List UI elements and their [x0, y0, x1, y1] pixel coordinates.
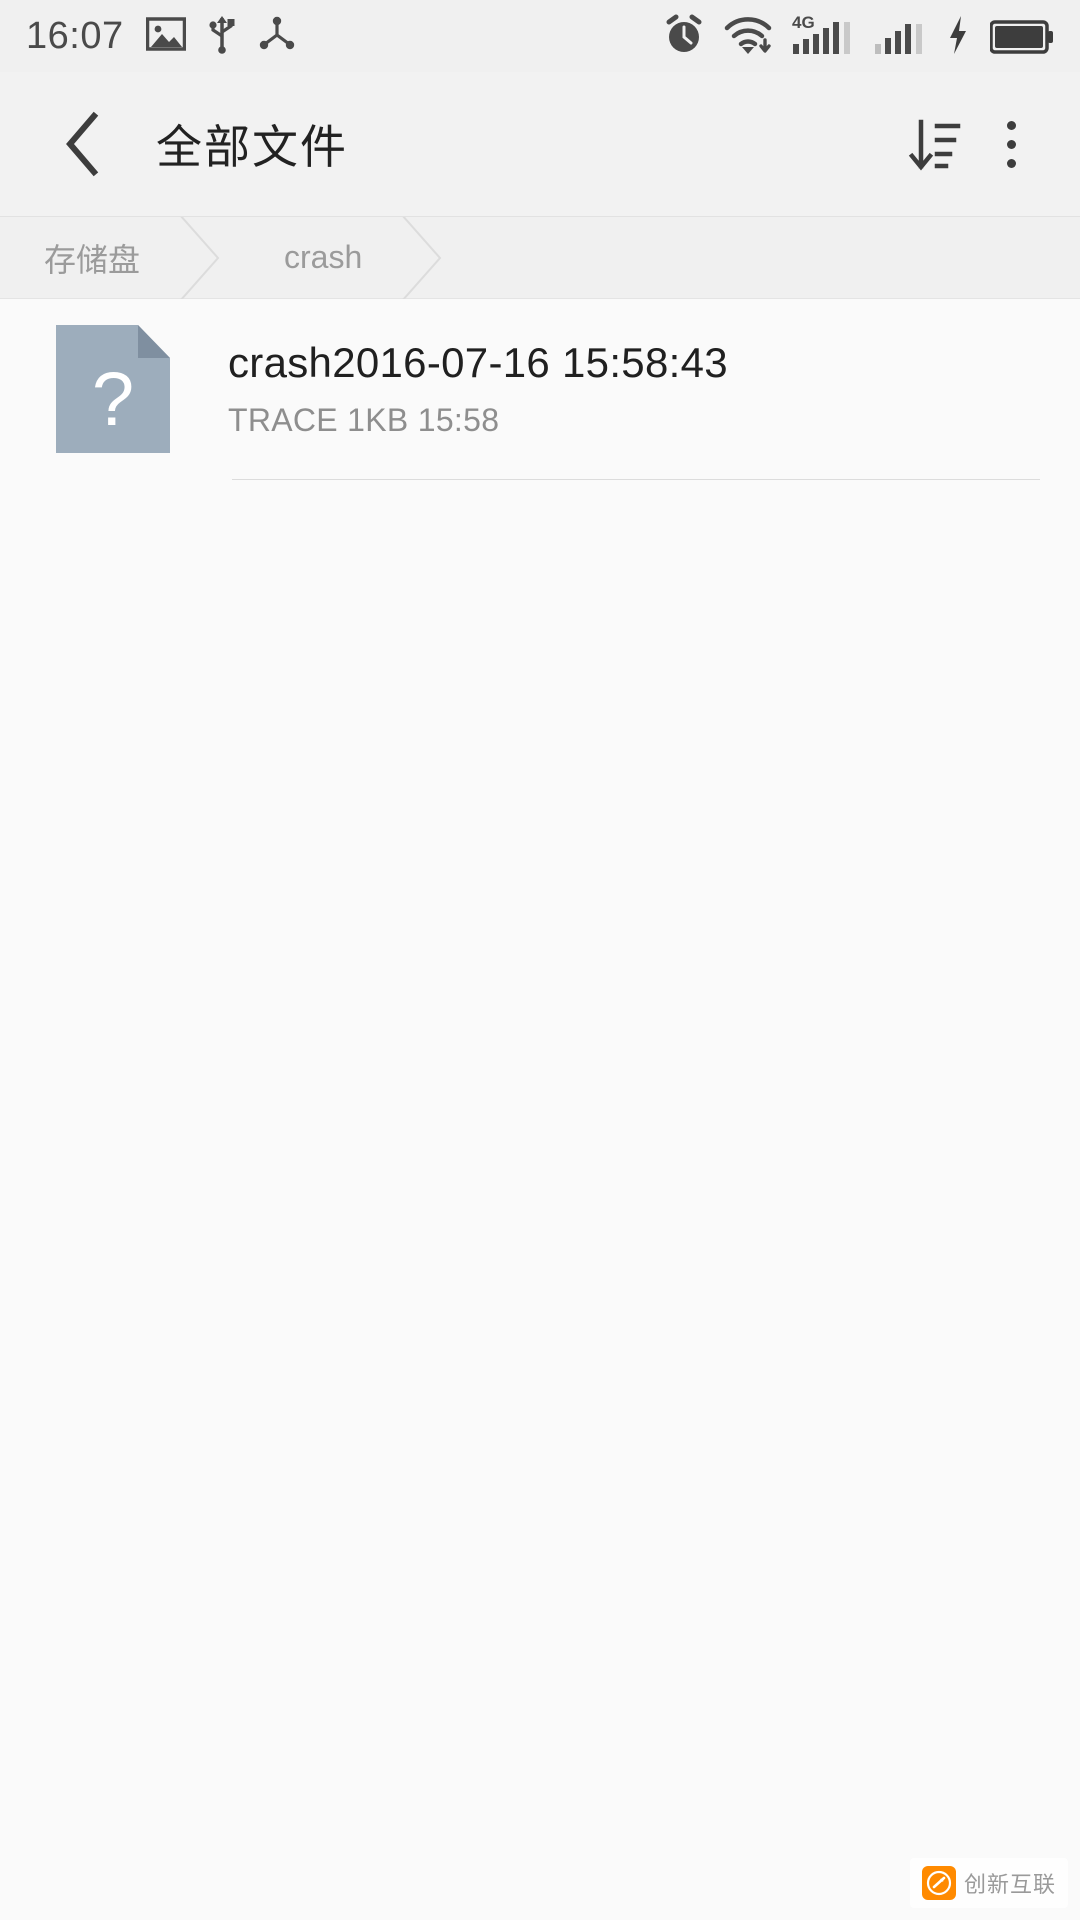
watermark: 创新互联	[909, 1858, 1068, 1908]
svg-text:4G: 4G	[792, 13, 815, 32]
unknown-file-icon: ?	[56, 325, 170, 453]
breadcrumb-item-crash[interactable]: crash	[238, 217, 402, 298]
breadcrumb: 存储盘 crash	[0, 217, 1080, 299]
chevron-right-icon	[180, 217, 220, 299]
image-icon	[145, 16, 186, 57]
app-screen: 16:07 4G 全部文件 存储盘 crash ? crash2016-07-1…	[0, 0, 1080, 1920]
watermark-logo-icon	[921, 1866, 956, 1900]
signal-bars-icon	[874, 12, 926, 61]
charging-bolt-icon	[946, 14, 970, 61]
sort-button[interactable]	[892, 102, 976, 186]
file-list-item[interactable]: ? crash2016-07-16 15:58:43 TRACE 1KB 15:…	[0, 299, 1080, 479]
signal-4g-icon: 4G	[792, 12, 854, 61]
list-divider	[232, 479, 1040, 480]
breadcrumb-label: 存储盘	[44, 241, 141, 278]
usb-icon	[208, 14, 236, 59]
status-clock: 16:07	[26, 15, 124, 57]
breadcrumb-separator	[402, 217, 460, 299]
breadcrumb-item-storage[interactable]: 存储盘	[0, 217, 180, 298]
sort-icon	[908, 119, 961, 171]
overflow-dot	[1006, 158, 1016, 168]
status-bar-left: 16:07	[26, 14, 296, 59]
wifi-download-icon	[724, 14, 772, 61]
back-chevron-icon	[66, 111, 99, 177]
status-bar: 16:07 4G	[0, 0, 1080, 72]
breadcrumb-label: crash	[284, 239, 363, 275]
overflow-dot	[1006, 139, 1016, 149]
more-options-button[interactable]	[976, 102, 1046, 186]
file-details: crash2016-07-16 15:58:43 TRACE 1KB 15:58	[228, 339, 728, 439]
status-bar-right: 4G	[664, 12, 1054, 61]
alarm-clock-icon	[664, 14, 704, 61]
file-subtitle: TRACE 1KB 15:58	[228, 402, 500, 439]
svg-text:?: ?	[92, 357, 134, 442]
overflow-dot	[1006, 120, 1016, 130]
action-bar: 全部文件	[0, 72, 1080, 217]
chevron-right-icon	[402, 217, 442, 299]
page-title: 全部文件	[156, 121, 348, 173]
file-list: ? crash2016-07-16 15:58:43 TRACE 1KB 15:…	[0, 299, 1080, 480]
share-nodes-icon	[258, 16, 296, 57]
battery-full-icon	[989, 18, 1054, 61]
breadcrumb-separator	[180, 217, 238, 299]
file-name: crash2016-07-16 15:58:43	[228, 338, 728, 386]
back-button[interactable]	[48, 108, 120, 180]
watermark-text: 创新互联	[963, 1872, 1056, 1897]
more-options-icon	[1006, 120, 1016, 168]
